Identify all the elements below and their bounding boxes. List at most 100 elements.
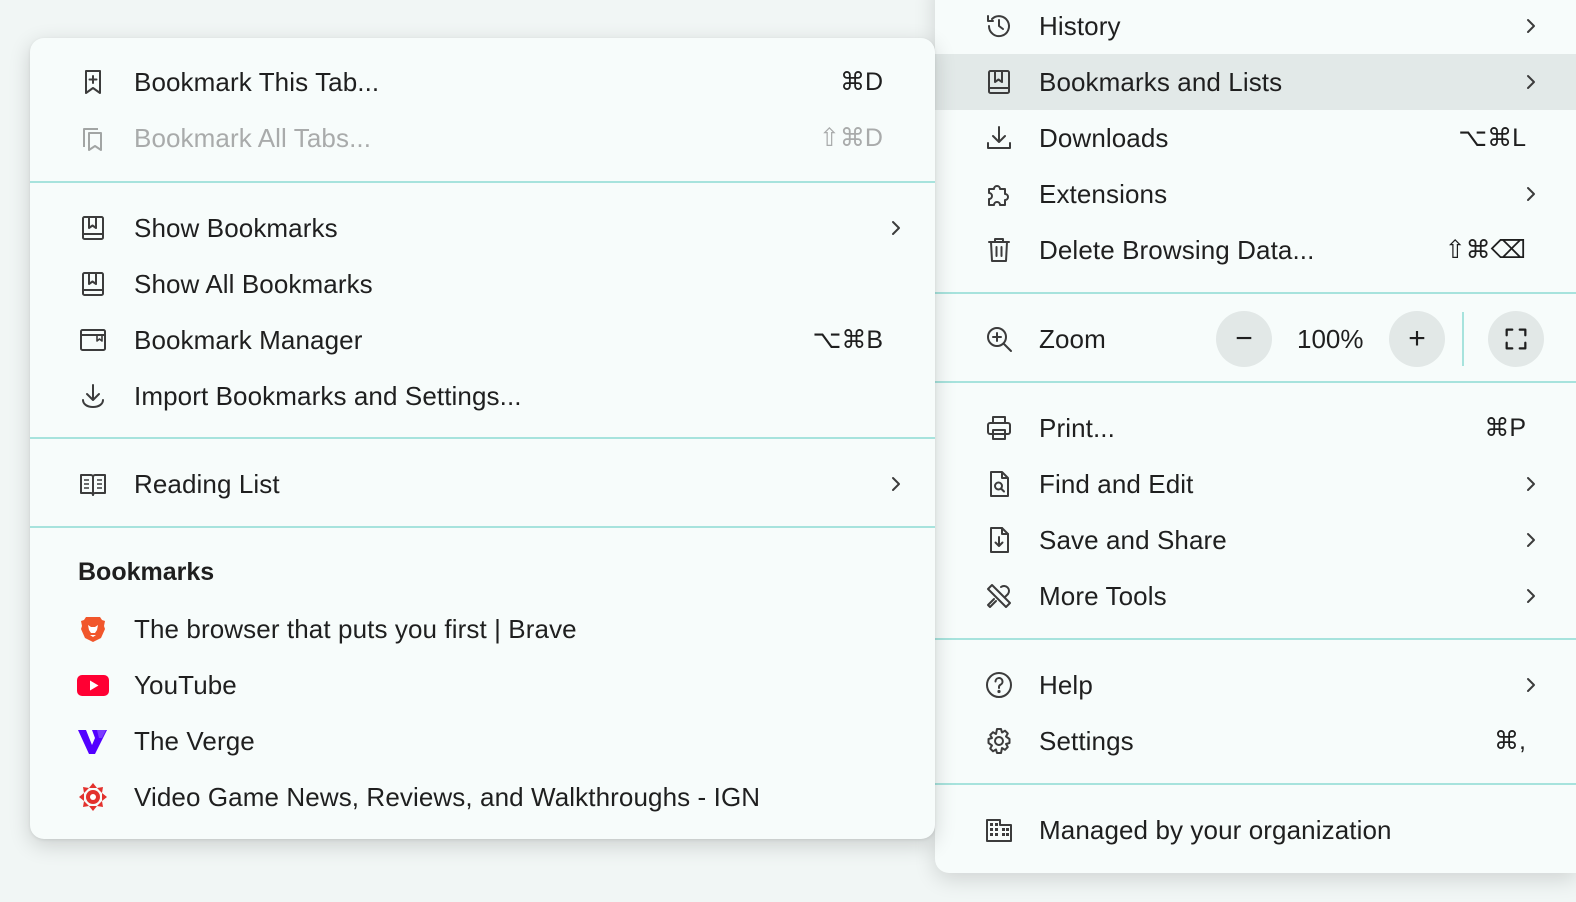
chevron-right-icon	[1527, 533, 1535, 547]
history-clock-icon	[984, 11, 1014, 41]
bookmark-ign-label: Video Game News, Reviews, and Walkthroug…	[134, 781, 761, 812]
save-and-share-item[interactable]: Save and Share	[935, 512, 1576, 568]
gear-icon	[984, 726, 1014, 756]
show-all-bookmarks-label: Show All Bookmarks	[134, 268, 373, 299]
bookmark-multiple-icon	[78, 123, 108, 153]
managed-by-organization-label: Managed by your organization	[1039, 814, 1392, 845]
extensions-item[interactable]: Extensions	[935, 166, 1576, 222]
chevron-right-icon	[1527, 589, 1535, 603]
print-item[interactable]: Print... ⌘P	[935, 400, 1576, 456]
bookmarks-and-lists-label: Bookmarks and Lists	[1039, 66, 1283, 97]
help-label: Help	[1039, 669, 1093, 700]
managed-by-organization-item[interactable]: Managed by your organization	[935, 802, 1576, 858]
trash-icon	[984, 235, 1014, 265]
divider	[935, 783, 1576, 785]
bookmarks-book-icon	[78, 269, 108, 299]
settings-label: Settings	[1039, 725, 1134, 756]
divider	[935, 381, 1576, 383]
bookmark-brave-label: The browser that puts you first | Brave	[134, 613, 577, 644]
download-icon	[984, 123, 1014, 153]
history-label: History	[1039, 10, 1121, 41]
divider	[30, 181, 935, 183]
bookmarks-book-icon	[984, 67, 1014, 97]
delete-browsing-data-label: Delete Browsing Data...	[1039, 234, 1315, 265]
history-item[interactable]: History	[935, 0, 1576, 54]
find-and-edit-item[interactable]: Find and Edit	[935, 456, 1576, 512]
zoom-separator	[1462, 312, 1464, 366]
chevron-right-icon	[1527, 187, 1535, 201]
import-bookmarks-label: Import Bookmarks and Settings...	[134, 380, 522, 411]
divider	[935, 292, 1576, 294]
bookmarks-section-title: Bookmarks	[78, 558, 215, 586]
extensions-label: Extensions	[1039, 178, 1168, 209]
zoom-label: Zoom	[1039, 323, 1106, 354]
bookmark-add-icon	[78, 67, 108, 97]
bookmarks-submenu: Bookmark This Tab... ⌘D Bookmark All Tab…	[30, 38, 935, 839]
reading-list-label: Reading List	[134, 468, 280, 499]
import-download-icon	[78, 381, 108, 411]
verge-icon	[78, 726, 108, 756]
reading-list-item[interactable]: Reading List	[30, 456, 935, 512]
browser-main-menu: History Bookmarks and Lists Downloads ⌥⌘…	[935, 0, 1576, 873]
downloads-item[interactable]: Downloads ⌥⌘L	[935, 110, 1576, 166]
bookmark-this-tab-shortcut: ⌘D	[839, 68, 883, 96]
print-shortcut: ⌘P	[1484, 414, 1526, 442]
import-bookmarks-item[interactable]: Import Bookmarks and Settings...	[30, 368, 935, 424]
divider	[30, 526, 935, 528]
save-document-icon	[984, 525, 1014, 555]
find-and-edit-label: Find and Edit	[1039, 468, 1194, 499]
bookmark-verge-label: The Verge	[134, 725, 255, 756]
show-bookmarks-label: Show Bookmarks	[134, 212, 338, 243]
bookmark-item-verge[interactable]: The Verge	[30, 713, 935, 769]
bookmark-manager-shortcut: ⌥⌘B	[812, 326, 883, 354]
brave-lion-icon	[78, 614, 108, 644]
reading-list-book-icon	[78, 469, 108, 499]
building-icon	[984, 815, 1014, 845]
bookmark-manager-item[interactable]: Bookmark Manager ⌥⌘B	[30, 312, 935, 368]
zoom-magnifier-icon	[984, 324, 1014, 354]
help-circle-icon	[984, 670, 1014, 700]
zoom-level: 100%	[1297, 324, 1364, 354]
find-document-icon	[984, 469, 1014, 499]
puzzle-piece-icon	[984, 179, 1014, 209]
bookmark-item-youtube[interactable]: YouTube	[30, 657, 935, 713]
bookmarks-and-lists-item[interactable]: Bookmarks and Lists	[935, 54, 1576, 110]
chevron-right-icon	[892, 477, 900, 491]
chevron-right-icon	[1527, 75, 1535, 89]
fullscreen-icon	[1505, 328, 1527, 350]
settings-item[interactable]: Settings ⌘,	[935, 713, 1576, 769]
print-label: Print...	[1039, 412, 1115, 443]
help-item[interactable]: Help	[935, 657, 1576, 713]
zoom-row: Zoom − 100% +	[935, 311, 1576, 367]
divider	[935, 638, 1576, 640]
chevron-right-icon	[1527, 19, 1535, 33]
bookmark-this-tab-item[interactable]: Bookmark This Tab... ⌘D	[30, 54, 935, 110]
chevron-right-icon	[1527, 678, 1535, 692]
youtube-icon	[77, 670, 109, 700]
divider	[30, 437, 935, 439]
show-bookmarks-item[interactable]: Show Bookmarks	[30, 200, 935, 256]
downloads-label: Downloads	[1039, 122, 1169, 153]
bookmark-youtube-label: YouTube	[134, 669, 237, 700]
zoom-in-button[interactable]: +	[1389, 311, 1445, 367]
show-all-bookmarks-item[interactable]: Show All Bookmarks	[30, 256, 935, 312]
printer-icon	[984, 413, 1014, 443]
bookmark-item-brave[interactable]: The browser that puts you first | Brave	[30, 601, 935, 657]
zoom-out-button[interactable]: −	[1216, 311, 1272, 367]
bookmark-item-ign[interactable]: Video Game News, Reviews, and Walkthroug…	[30, 769, 935, 825]
bookmark-manager-window-icon	[78, 325, 108, 355]
chevron-right-icon	[1527, 477, 1535, 491]
bookmark-manager-label: Bookmark Manager	[134, 324, 363, 355]
bookmark-all-tabs-shortcut: ⇧⌘D	[818, 124, 883, 152]
downloads-shortcut: ⌥⌘L	[1458, 124, 1526, 152]
more-tools-item[interactable]: More Tools	[935, 568, 1576, 624]
delete-browsing-data-item[interactable]: Delete Browsing Data... ⇧⌘⌫	[935, 222, 1576, 278]
fullscreen-button[interactable]	[1488, 311, 1544, 367]
bookmark-this-tab-label: Bookmark This Tab...	[134, 66, 380, 97]
delete-browsing-data-shortcut: ⇧⌘⌫	[1444, 236, 1526, 264]
tools-icon	[984, 581, 1014, 611]
settings-shortcut: ⌘,	[1494, 727, 1526, 755]
bookmark-all-tabs-label: Bookmark All Tabs...	[134, 122, 372, 153]
chevron-right-icon	[892, 221, 900, 235]
bookmark-all-tabs-item[interactable]: Bookmark All Tabs... ⇧⌘D	[30, 110, 935, 166]
